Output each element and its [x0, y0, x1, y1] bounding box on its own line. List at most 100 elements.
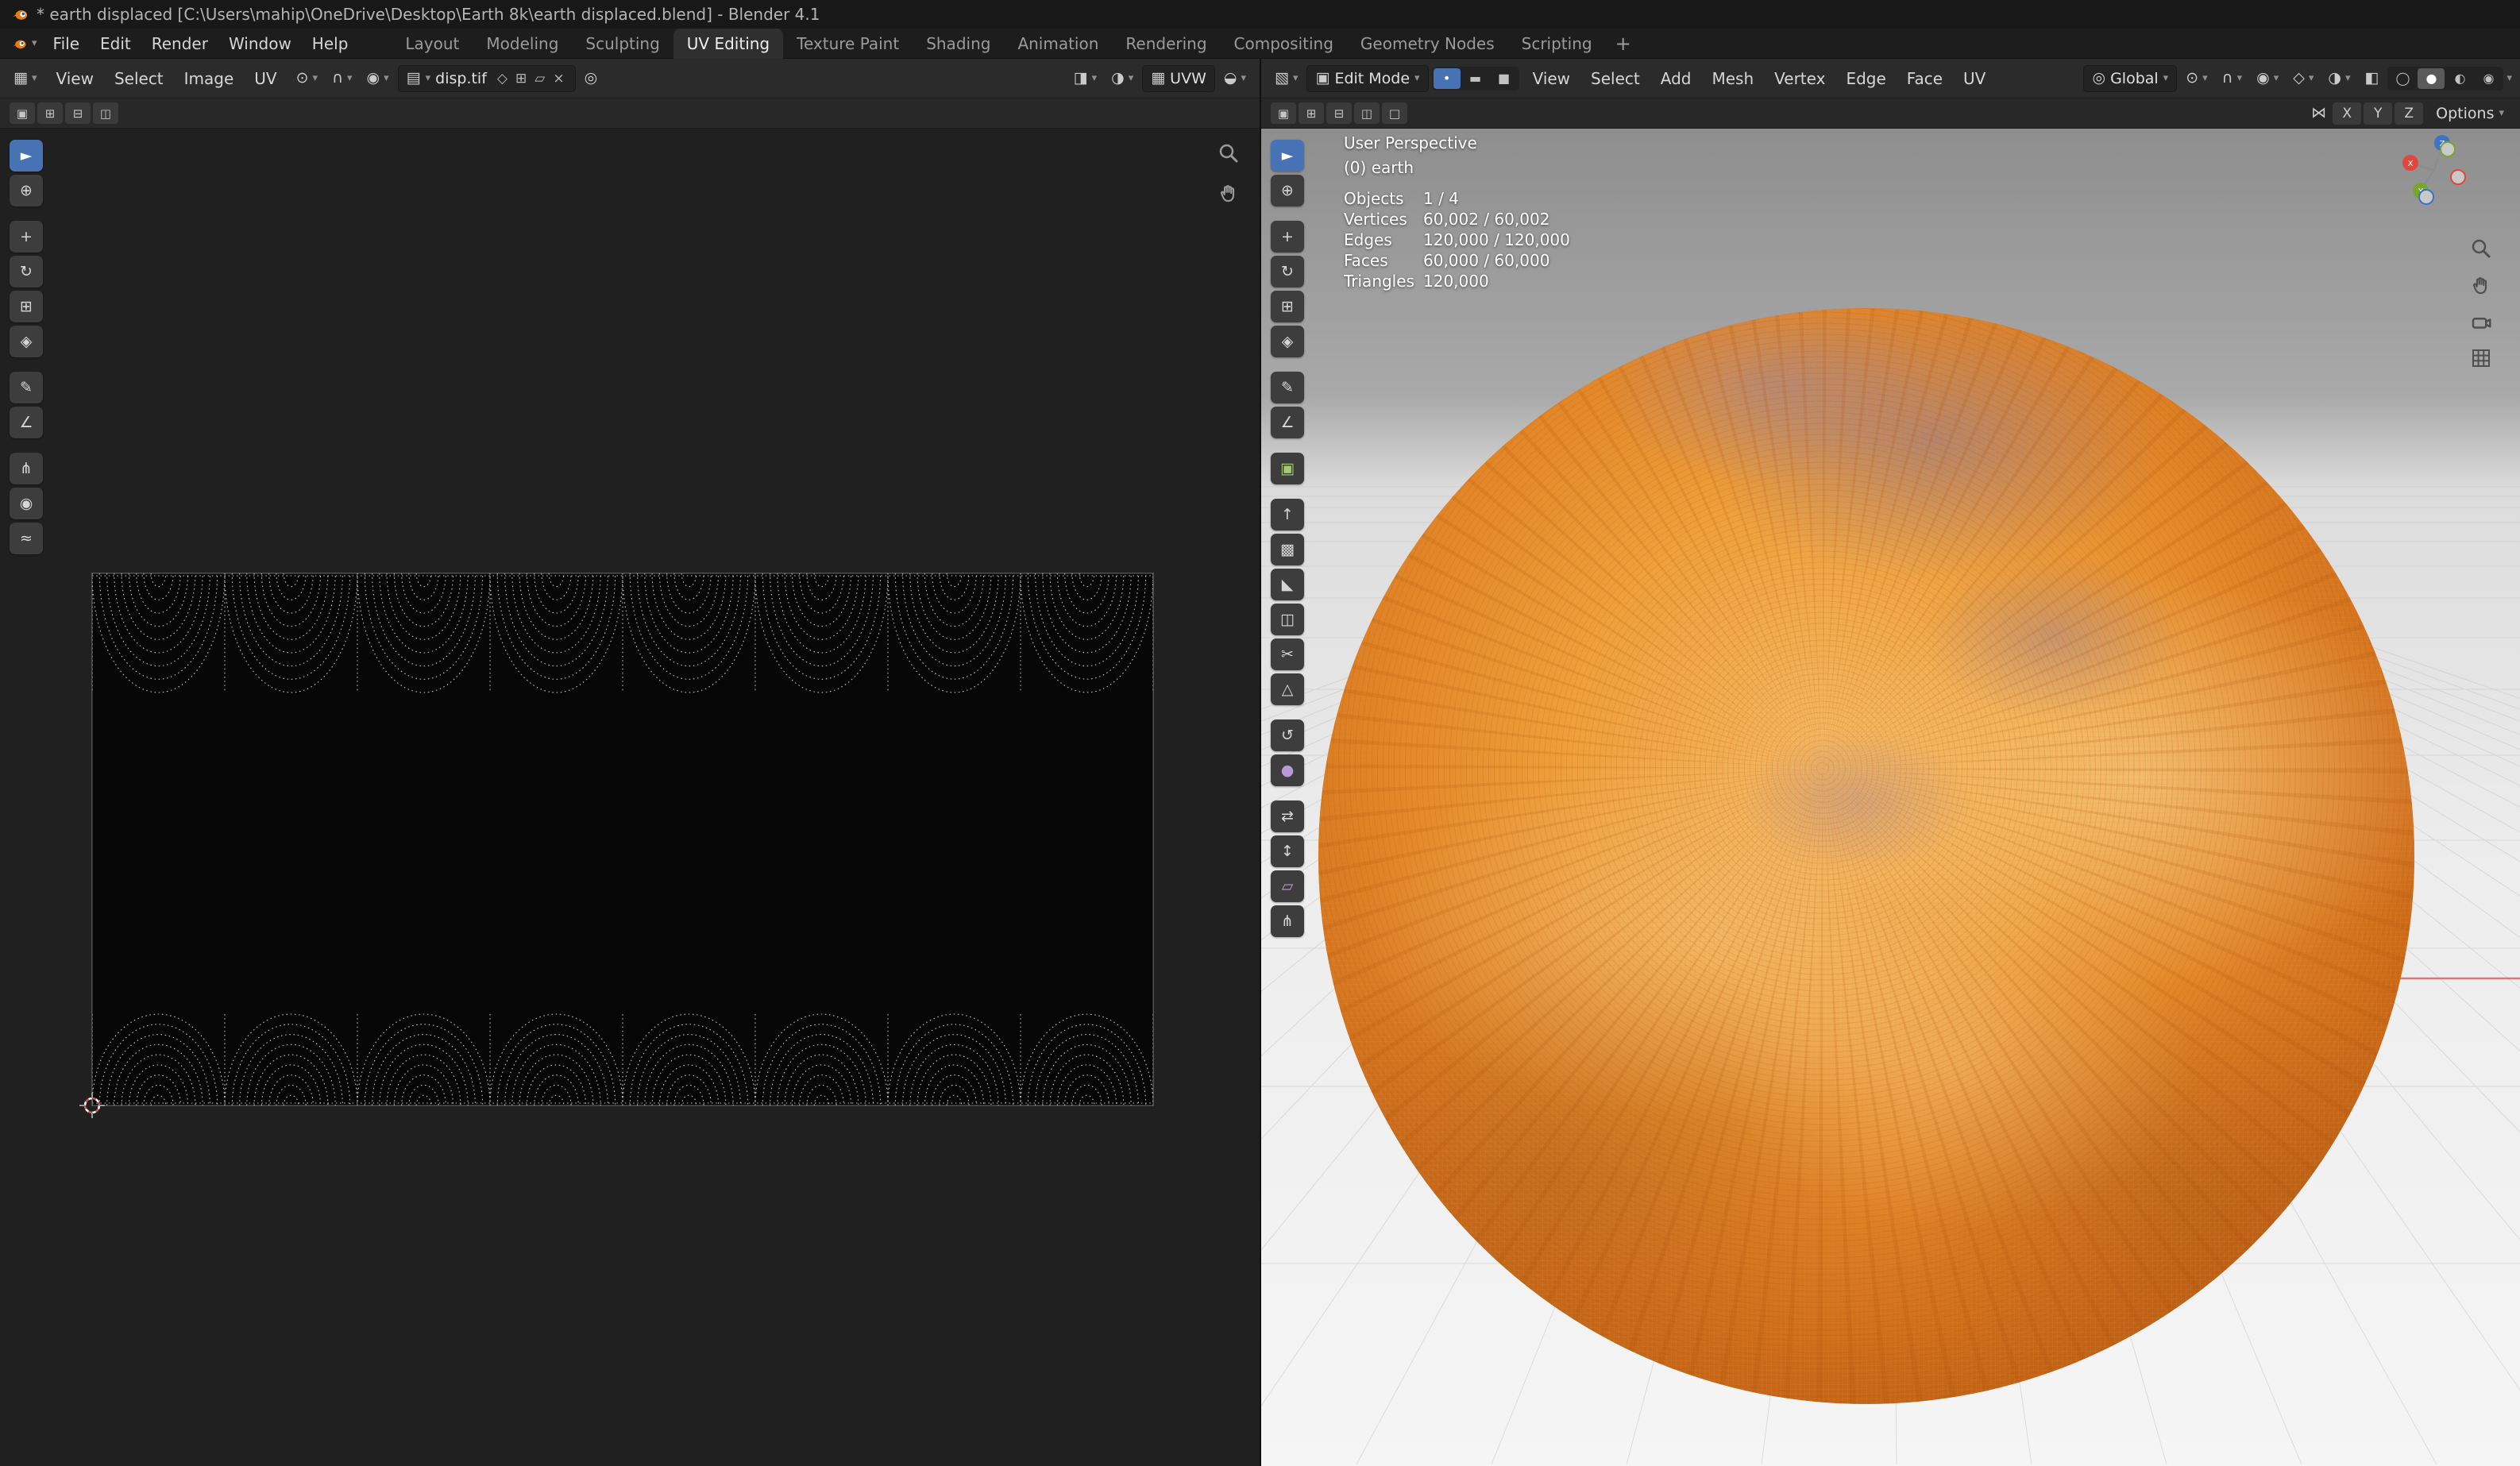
workspace-tab[interactable]: Animation	[1004, 29, 1112, 59]
tool-cursor[interactable]: ⊕	[10, 175, 43, 206]
pivot-point-dropdown[interactable]: ⊙ ▾	[291, 67, 323, 90]
zoom-icon[interactable]	[1217, 141, 1241, 165]
tool-shear[interactable]: ▱	[1271, 870, 1304, 902]
tool-select-box[interactable]: ►	[1271, 140, 1304, 172]
tool-shrink-fatten[interactable]: ↕	[1271, 835, 1304, 867]
tool-move[interactable]: +	[1271, 221, 1304, 253]
xray-toggle[interactable]: ◧	[2360, 67, 2385, 90]
tool-scale[interactable]: ⊞	[10, 291, 43, 322]
boolean-mode-button-extend[interactable]: ⊞	[37, 102, 63, 124]
tool-bevel[interactable]: ◣	[1271, 569, 1304, 600]
workspace-tab[interactable]: Rendering	[1112, 29, 1220, 59]
boolean-mode-button-subtract[interactable]: ⊟	[65, 102, 91, 124]
tool-knife[interactable]: ✂	[1271, 638, 1304, 670]
tool-edge-slide[interactable]: ⇄	[1271, 801, 1304, 832]
image-button-new-image[interactable]: ⊞	[513, 71, 529, 87]
tool-rotate[interactable]: ↻	[1271, 256, 1304, 287]
options-dropdown[interactable]: Options ▾	[2429, 102, 2510, 125]
boolean-mode-button-new[interactable]: ▣	[10, 102, 35, 124]
uv-menu[interactable]: Select	[104, 65, 174, 92]
pan-hand-icon[interactable]	[1217, 181, 1241, 205]
axis-x-neg-ball[interactable]	[2451, 170, 2465, 184]
workspace-tab[interactable]: Shading	[913, 29, 1004, 59]
editor-type-selector[interactable]: ▦ ▾	[8, 67, 42, 90]
viewport-menu[interactable]: View	[1522, 65, 1580, 92]
navigation-gizmo[interactable]: Z X Y	[2396, 132, 2472, 208]
viewport-menu[interactable]: Edge	[1835, 65, 1896, 92]
topbar-menu[interactable]: File	[43, 30, 90, 57]
tool-measure[interactable]: ∠	[1271, 407, 1304, 438]
uv-2d-cursor[interactable]	[78, 1091, 106, 1120]
mirror-axis-button[interactable]: X	[2333, 102, 2361, 125]
tool-cursor[interactable]: ⊕	[1271, 175, 1304, 206]
chevron-down-icon[interactable]: ▾	[2506, 73, 2512, 83]
mirror-axis-button[interactable]: Y	[2364, 102, 2392, 125]
boolean-mode-button-extend[interactable]: ⊞	[1299, 102, 1324, 124]
uv-menu[interactable]: Image	[174, 65, 245, 92]
image-button-open-image[interactable]: ▱	[532, 71, 547, 87]
tool-rip-region[interactable]: ⋔	[1271, 905, 1304, 937]
uv-canvas[interactable]: ►⊕+↻⊞◈✎∠⋔◉≈	[0, 129, 1260, 1466]
tool-smooth[interactable]: ●	[1271, 754, 1304, 786]
tool-grab[interactable]: ◉	[10, 488, 43, 519]
boolean-mode-button-subtract[interactable]: ⊟	[1326, 102, 1352, 124]
editor-type-selector[interactable]: ▧ ▾	[1269, 67, 1303, 90]
tool-extrude-region[interactable]: ↑	[1271, 499, 1304, 530]
workspace-tab[interactable]: Layout	[392, 29, 473, 59]
uv-image-disp-tif[interactable]	[92, 573, 1153, 1105]
shading-mode-solid[interactable]: ●	[2418, 68, 2445, 89]
blender-menu-button[interactable]: ▾	[6, 32, 43, 56]
tool-poly-build[interactable]: △	[1271, 673, 1304, 705]
tool-rotate[interactable]: ↻	[10, 256, 43, 287]
workspace-tab[interactable]: Compositing	[1221, 29, 1347, 59]
display-channels-dropdown[interactable]: ◒ ▾	[1218, 67, 1252, 90]
tool-spin[interactable]: ↺	[1271, 719, 1304, 751]
mirror-axis-button[interactable]: Z	[2395, 102, 2423, 125]
earth-mesh-sphere[interactable]	[1318, 308, 2414, 1404]
tool-rip-region[interactable]: ⋔	[10, 453, 43, 484]
uv-menu[interactable]: View	[45, 65, 103, 92]
overlays-toggle[interactable]: ◑ ▾	[2322, 67, 2356, 90]
boolean-mode-button-invert[interactable]: ◫	[93, 102, 118, 124]
proportional-editing-dropdown[interactable]: ◉ ▾	[2251, 67, 2284, 90]
shading-mode-rendered[interactable]: ◉	[2475, 68, 2502, 89]
topbar-menu[interactable]: Help	[302, 30, 359, 57]
axis-y-neg-ball[interactable]	[2441, 142, 2455, 156]
tool-transform[interactable]: ◈	[10, 326, 43, 357]
add-workspace-button[interactable]: +	[1606, 33, 1641, 55]
workspace-tab[interactable]: Geometry Nodes	[1347, 29, 1508, 59]
tool-loop-cut[interactable]: ◫	[1271, 604, 1304, 635]
image-selector[interactable]: ▤ ▾ disp.tif ◇⊞▱×	[398, 65, 576, 92]
boolean-mode-button-invert[interactable]: ◫	[1354, 102, 1380, 124]
tool-annotate[interactable]: ✎	[10, 372, 43, 403]
gizmos-toggle[interactable]: ◨ ▾	[1068, 67, 1102, 90]
pin-image-button[interactable]: ◎	[579, 67, 604, 90]
select-mode-edge[interactable]: ▬	[1462, 68, 1489, 89]
viewport-menu[interactable]: Add	[1650, 65, 1702, 92]
workspace-tab[interactable]: UV Editing	[673, 29, 783, 59]
zoom-icon[interactable]	[2469, 237, 2493, 260]
transform-orientation-dropdown[interactable]: ◎ Global ▾	[2083, 65, 2177, 92]
camera-view-icon[interactable]	[2469, 310, 2493, 334]
gizmos-toggle[interactable]: ◇ ▾	[2287, 67, 2319, 90]
workspace-tab[interactable]: Scripting	[1508, 29, 1606, 59]
viewport-menu[interactable]: Face	[1897, 65, 1953, 92]
viewport-menu[interactable]: UV	[1953, 65, 1996, 92]
tool-scale[interactable]: ⊞	[1271, 291, 1304, 322]
axis-z-neg-ball[interactable]	[2419, 190, 2433, 204]
shading-mode-material-preview[interactable]: ◐	[2446, 68, 2473, 89]
uv-menu[interactable]: UV	[244, 65, 287, 92]
workspace-tab[interactable]: Texture Paint	[783, 29, 913, 59]
snapping-dropdown[interactable]: ∩ ▾	[2217, 67, 2248, 90]
tool-measure[interactable]: ∠	[10, 407, 43, 438]
tool-inset-faces[interactable]: ▩	[1271, 534, 1304, 565]
overlays-toggle[interactable]: ◑ ▾	[1106, 67, 1139, 90]
uv-map-selector[interactable]: ▦ UVW	[1142, 65, 1215, 92]
orthographic-grid-icon[interactable]	[2469, 346, 2493, 370]
viewport-menu[interactable]: Mesh	[1701, 65, 1764, 92]
boolean-mode-button-intersect[interactable]: □	[1382, 102, 1407, 124]
snapping-dropdown[interactable]: ∩ ▾	[326, 67, 357, 90]
topbar-menu[interactable]: Window	[218, 30, 302, 57]
proportional-editing-dropdown[interactable]: ◉ ▾	[361, 67, 395, 90]
tool-add-cube[interactable]: ▣	[1271, 453, 1304, 484]
